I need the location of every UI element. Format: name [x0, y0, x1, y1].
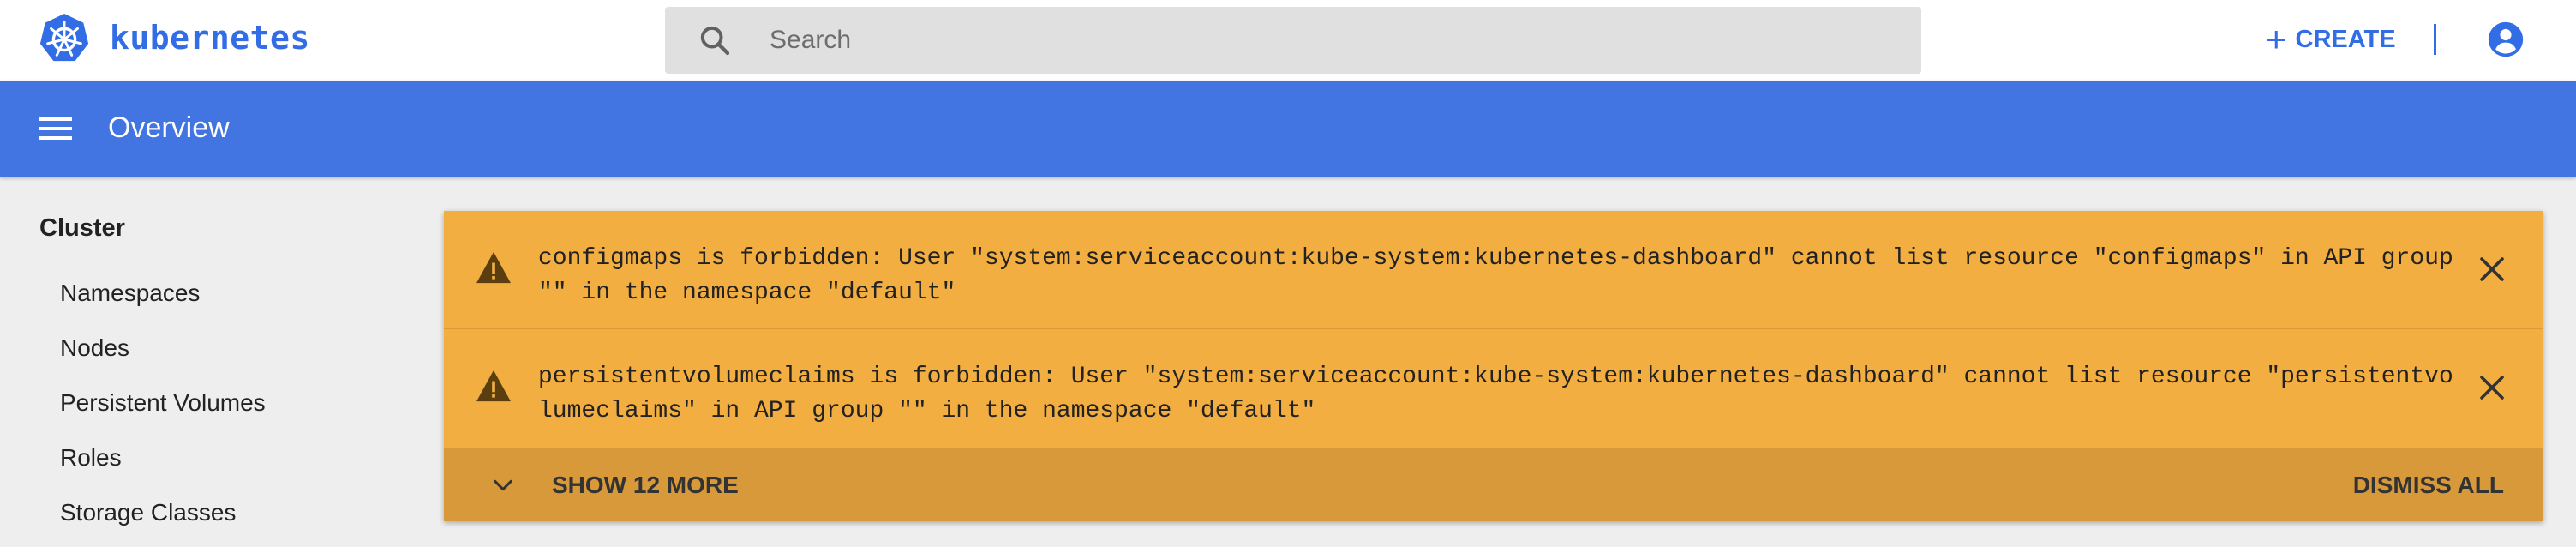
show-more-button[interactable]: SHOW 12 MORE [552, 472, 739, 499]
sidebar-item-nodes[interactable]: Nodes [60, 334, 129, 362]
alert-item: configmaps is forbidden: User "system:se… [444, 211, 2543, 329]
chevron-down-icon[interactable] [490, 473, 516, 497]
alert-item: persistentvolumeclaims is forbidden: Use… [444, 329, 2543, 448]
sidebar: Cluster Namespaces Nodes Persistent Volu… [0, 177, 428, 547]
close-icon[interactable] [2477, 254, 2507, 285]
dismiss-all-button[interactable]: DISMISS ALL [2353, 472, 2504, 499]
create-button[interactable]: + CREATE [2266, 21, 2396, 58]
sidebar-item-namespaces[interactable]: Namespaces [60, 280, 200, 307]
search-bar[interactable] [665, 7, 1921, 74]
kubernetes-logo-icon[interactable] [38, 12, 91, 65]
menu-icon[interactable] [38, 115, 74, 142]
header-divider [2434, 24, 2436, 55]
create-button-label: CREATE [2295, 25, 2396, 53]
alert-message: configmaps is forbidden: User "system:se… [538, 245, 2453, 306]
sidebar-item-persistent-volumes[interactable]: Persistent Volumes [60, 389, 266, 417]
title-bar: Overview [0, 81, 2576, 177]
page-title: Overview [108, 111, 230, 144]
sidebar-item-roles[interactable]: Roles [60, 444, 122, 472]
plus-icon: + [2266, 19, 2287, 59]
brand-name[interactable]: kubernetes [110, 19, 310, 57]
alert-message: persistentvolumeclaims is forbidden: Use… [538, 364, 2453, 424]
sidebar-section-cluster[interactable]: Cluster [39, 214, 125, 243]
top-app-bar: kubernetes + CREATE [0, 0, 2576, 81]
alerts-footer: SHOW 12 MORE DISMISS ALL [444, 448, 2543, 521]
sidebar-item-storage-classes[interactable]: Storage Classes [60, 499, 236, 526]
warning-icon [476, 370, 511, 402]
close-icon[interactable] [2477, 372, 2507, 403]
notification-panel: configmaps is forbidden: User "system:se… [444, 211, 2543, 521]
search-input[interactable] [770, 7, 1884, 74]
warning-icon [476, 251, 511, 284]
account-icon[interactable] [2487, 21, 2525, 58]
search-icon [700, 26, 730, 56]
